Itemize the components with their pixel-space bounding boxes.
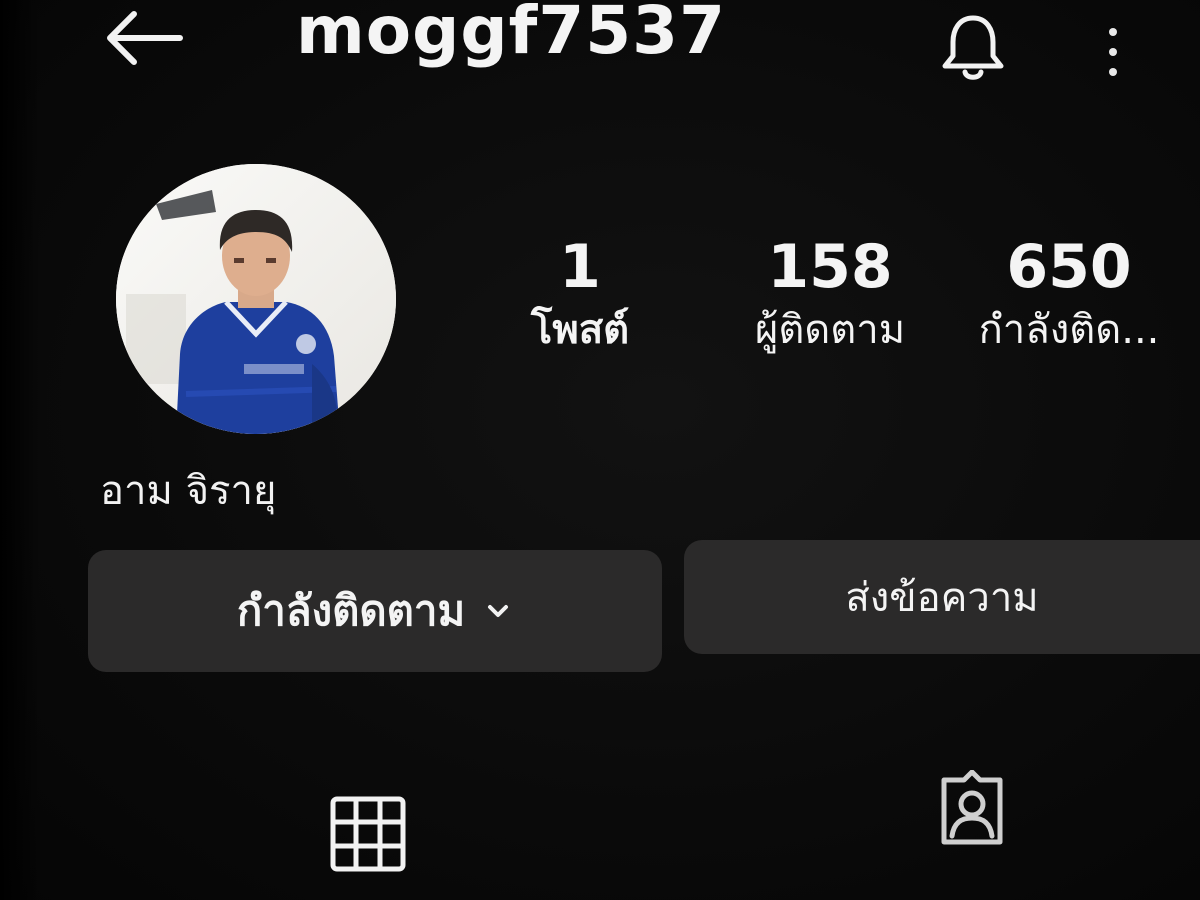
grid-icon[interactable] — [330, 796, 406, 872]
message-button[interactable]: ส่งข้อความ — [684, 540, 1200, 654]
profile-username: moggf7537 — [296, 0, 727, 69]
following-button-label: กำลังติดตาม — [236, 586, 466, 635]
following-label: กำลังติด... — [978, 307, 1160, 353]
avatar-photo — [116, 164, 396, 434]
display-name: อาม จิรายุ — [100, 468, 277, 514]
following-button[interactable]: กำลังติดตาม — [88, 550, 662, 672]
stat-following[interactable]: 650 กำลังติด... — [962, 232, 1176, 358]
posts-count: 1 — [559, 232, 601, 302]
followers-count: 158 — [767, 232, 893, 302]
tagged-person-icon[interactable] — [934, 770, 1010, 846]
arrow-left-icon[interactable] — [100, 6, 190, 66]
chevron-down-icon — [488, 605, 509, 617]
profile-header: moggf7537 — [0, 0, 1200, 90]
posts-label: โพสต์ — [530, 307, 630, 353]
following-count: 650 — [1006, 232, 1132, 302]
avatar[interactable] — [116, 164, 396, 434]
vertical-dots-icon[interactable] — [1098, 24, 1128, 80]
edge-shadow — [0, 0, 40, 900]
stat-posts[interactable]: 1 โพสต์ — [500, 232, 660, 358]
screen: moggf7537 1 โพสต์ 158 ผู้ติดตาม 650 กำลั… — [0, 0, 1200, 900]
stat-followers[interactable]: 158 ผู้ติดตาม — [730, 232, 930, 358]
message-button-label: ส่งข้อความ — [845, 575, 1039, 621]
followers-label: ผู้ติดตาม — [754, 307, 906, 353]
bell-icon[interactable] — [935, 10, 1011, 86]
